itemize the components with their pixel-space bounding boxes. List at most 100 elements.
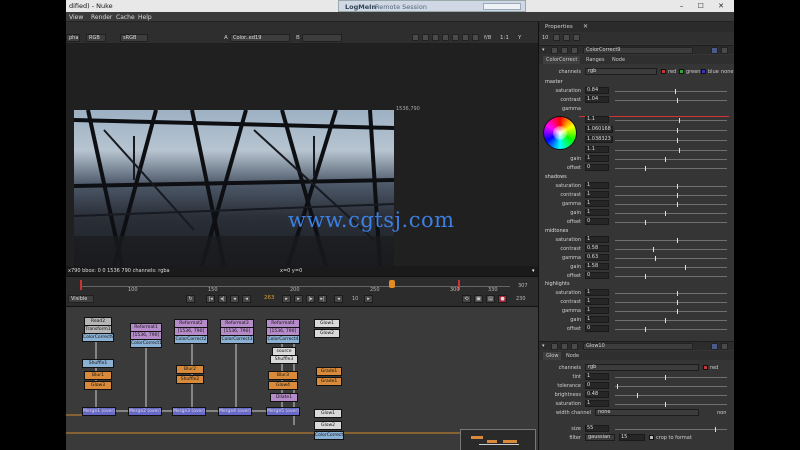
fstop-value[interactable]: f/8 <box>484 35 491 41</box>
shadows-saturation-field[interactable]: 1 <box>585 182 609 189</box>
collapse-arrow-icon[interactable]: ▾ <box>542 47 545 53</box>
paint-icon[interactable] <box>422 34 429 41</box>
node-name-field[interactable]: ColorCorrect9 <box>583 47 693 54</box>
highlights-offset-slider[interactable] <box>615 327 727 332</box>
master-contrast-slider[interactable] <box>615 98 727 103</box>
viewer-frame-image[interactable] <box>74 110 394 266</box>
shadows-saturation-slider[interactable] <box>615 184 727 189</box>
roi-icon[interactable] <box>412 34 419 41</box>
glow-color-icon[interactable] <box>551 343 558 350</box>
node-graph[interactable]: Read2 Transform1 ColorCorrect9 Reformat1… <box>66 306 538 450</box>
step-forward-button[interactable]: ▸ <box>294 295 303 303</box>
glow-tolerance-slider[interactable] <box>615 384 727 389</box>
master-gamma-r-field[interactable]: 1.1 <box>585 116 609 123</box>
gamma-r-slider[interactable] <box>615 118 727 123</box>
timeline-ruler[interactable]: 100 150 200 250 300 330 <box>80 280 510 293</box>
channels-combo[interactable]: rgb <box>585 68 657 75</box>
section-shadows[interactable]: shadows <box>545 174 567 180</box>
master-gain-slider[interactable] <box>615 157 727 162</box>
step-back-button[interactable]: ◂ <box>230 295 239 303</box>
node-dilate1[interactable]: Dilate1 <box>270 393 298 402</box>
end-frame-field[interactable]: 230 <box>516 296 526 302</box>
glow-channels-combo[interactable]: rgb <box>585 364 699 371</box>
shadows-offset-field[interactable]: 0 <box>585 218 609 225</box>
logmein-controls[interactable] <box>483 3 521 10</box>
section-highlights[interactable]: highlights <box>545 281 570 287</box>
tab-glow[interactable]: Glow <box>543 352 562 360</box>
master-gain-field[interactable]: 1 <box>585 155 609 162</box>
master-gamma-b-field[interactable]: 1.038323 <box>585 136 613 143</box>
node-merge3[interactable]: Merge3 (over) <box>172 407 206 416</box>
glow-tolerance-field[interactable]: 0 <box>585 382 609 389</box>
glow-close-icon[interactable] <box>721 343 728 350</box>
highlights-saturation-field[interactable]: 1 <box>585 289 609 296</box>
y-channel-label[interactable]: Y <box>518 35 521 41</box>
highlights-offset-field[interactable]: 0 <box>585 325 609 332</box>
section-midtones[interactable]: midtones <box>545 228 568 234</box>
node-colorcorrect9[interactable]: ColorCorrect9 <box>82 333 114 342</box>
master-gamma-g-field[interactable]: 1.060168 <box>585 126 613 133</box>
channel-green-checkbox[interactable] <box>679 69 684 74</box>
glow-brightness-slider[interactable] <box>615 393 727 398</box>
midtones-gamma-field[interactable]: 0.63 <box>585 254 609 261</box>
clip-warning-icon[interactable] <box>442 34 449 41</box>
node-color-icon[interactable] <box>551 47 558 54</box>
step-size-forward[interactable]: ▸ <box>364 295 373 303</box>
channel-red-checkbox[interactable] <box>661 69 666 74</box>
viewer-panel[interactable]: 1536,790 www.cgtsj.com <box>66 44 538 276</box>
shadows-contrast-field[interactable]: 1 <box>585 191 609 198</box>
cache-icon[interactable] <box>432 34 439 41</box>
playhead-marker[interactable] <box>389 280 395 288</box>
prev-keyframe-button[interactable]: ◂| <box>218 295 227 303</box>
alpha-combo[interactable]: pha <box>66 34 80 42</box>
record-icon[interactable]: ● <box>498 295 507 303</box>
node-revert-icon[interactable] <box>571 47 578 54</box>
menu-render[interactable]: Render <box>91 14 112 21</box>
master-contrast-field[interactable]: 1.04 <box>585 96 609 103</box>
highlights-gamma-slider[interactable] <box>615 309 727 314</box>
menu-help[interactable]: Help <box>138 14 152 21</box>
step-size-icon[interactable]: ◂ <box>334 295 343 303</box>
node-glow-final[interactable]: Glow1 <box>314 409 342 418</box>
master-saturation-slider[interactable] <box>615 89 727 94</box>
width-channel-combo[interactable]: none <box>595 409 699 416</box>
node-glow2[interactable]: Glow2 <box>314 329 340 338</box>
srgb-combo[interactable]: sRGB <box>120 34 148 42</box>
channel-blue-checkbox[interactable] <box>701 69 706 74</box>
overlay-icon[interactable] <box>452 34 459 41</box>
node-grade1[interactable]: Grade1 <box>316 367 342 376</box>
play-forward-button[interactable]: ▸ <box>282 295 291 303</box>
node-shuffle1[interactable]: Shuffle1 <box>82 359 114 368</box>
node-shuffle2[interactable]: Shuffle2 <box>176 375 204 384</box>
node-merge2[interactable]: Merge2 (over) <box>128 407 162 416</box>
highlights-contrast-slider[interactable] <box>615 300 727 305</box>
gamma-g-slider[interactable] <box>615 128 727 133</box>
section-master[interactable]: master <box>545 79 563 85</box>
glow-red-checkbox[interactable] <box>703 365 708 370</box>
midtones-offset-field[interactable]: 0 <box>585 272 609 279</box>
input-b-combo[interactable] <box>302 34 342 42</box>
node-shuffle3[interactable]: Shuffle3 <box>270 355 298 364</box>
glow-collapse-arrow-icon[interactable]: ▾ <box>542 343 545 349</box>
midtones-saturation-field[interactable]: 1 <box>585 236 609 243</box>
lock-range-icon[interactable]: ▤ <box>486 295 495 303</box>
master-offset-slider[interactable] <box>615 166 727 171</box>
glow-filter-combo[interactable]: gaussian <box>585 434 615 441</box>
tab-glow-node[interactable]: Node <box>563 352 582 360</box>
midtones-gain-slider[interactable] <box>615 265 727 270</box>
highlights-saturation-slider[interactable] <box>615 291 727 296</box>
node-blur1[interactable]: Blur1 <box>84 371 112 380</box>
crop-to-format-checkbox[interactable] <box>649 435 654 440</box>
step-size-value[interactable]: 10 <box>352 296 358 302</box>
gamma-b-slider[interactable] <box>615 138 727 143</box>
glow-tint-slider[interactable] <box>615 375 727 380</box>
node-glow4[interactable]: Glow4 <box>268 381 298 390</box>
node-colorcorrect1[interactable]: ColorCorrect1 <box>130 339 162 348</box>
midtones-offset-slider[interactable] <box>615 274 727 279</box>
node-colorcorrect4[interactable]: ColorCorrect4 <box>266 335 300 344</box>
window-controls[interactable]: – ☐ ✕ <box>680 2 730 10</box>
lock-icon[interactable] <box>462 34 469 41</box>
menu-view[interactable]: View <box>69 14 83 21</box>
highlights-gain-field[interactable]: 1 <box>585 316 609 323</box>
glow-float-icon[interactable] <box>711 343 718 350</box>
